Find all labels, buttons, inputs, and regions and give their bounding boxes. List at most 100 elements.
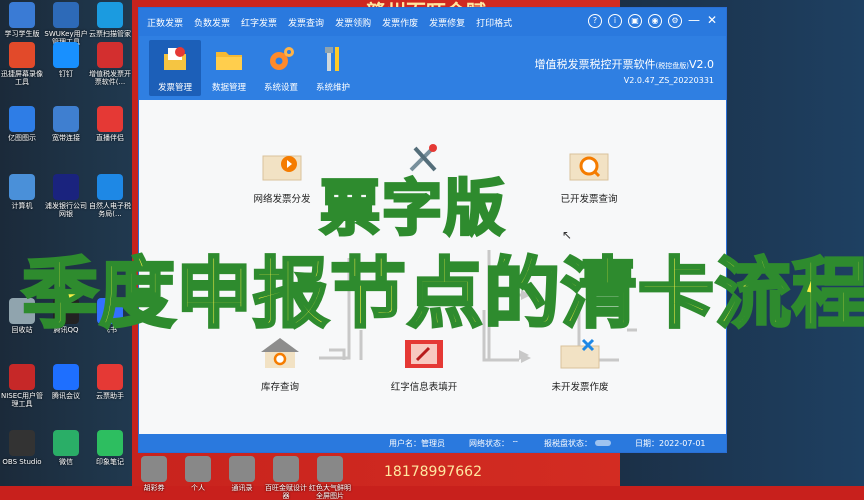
desktop-icon[interactable]: 浦发银行公司网银 (44, 174, 88, 218)
desktop-icon-label: 亿图图示 (8, 134, 36, 142)
menu-item[interactable]: 正数发票 (147, 16, 183, 29)
desktop-icon[interactable]: 胡彩券 (132, 456, 176, 492)
date-label: 日期： (635, 439, 659, 448)
desktop-icon-label: 印象笔记 (96, 458, 124, 466)
minimize-icon[interactable]: — (688, 14, 700, 26)
desktop-icon[interactable]: 百旺金赋设计器 (264, 456, 308, 500)
network-status: 网络状态： ⌔ (469, 438, 519, 449)
desktop-icon[interactable]: 微信 (44, 430, 88, 466)
menu-item[interactable]: 发票查询 (288, 16, 324, 29)
menu-item[interactable]: 发票修复 (429, 16, 465, 29)
app-icon (53, 42, 79, 68)
desktop-icon-label: NISEC用户管理工具 (0, 392, 44, 408)
desktop-icon[interactable]: 自然人电子税务局(... (88, 174, 132, 218)
toolbar-invoice-management[interactable]: 发票管理 (149, 40, 201, 96)
gear-icon (270, 47, 294, 70)
desktop-icon-label: 通讯录 (231, 484, 253, 492)
void-unissued-invoice[interactable]: 未开发票作废 (535, 336, 625, 393)
brand-title: 增值税发票税控开票软件 (534, 58, 656, 71)
app-icon (53, 2, 79, 28)
function-label: 未开发票作废 (551, 382, 609, 393)
app-icon (9, 106, 35, 132)
stock-query[interactable]: 库存查询 (235, 336, 325, 393)
desktop-icon[interactable]: OBS Studio (0, 430, 44, 466)
desktop-icon-label: 宽带连接 (52, 134, 80, 142)
invoice-query-icon (569, 153, 609, 181)
network-distribution-icon (262, 155, 302, 181)
menu-bar: 正数发票 负数发票 红字发票 发票查询 发票领购 发票作废 发票修复 打印格式 (147, 8, 523, 36)
app-icon (53, 430, 79, 456)
desktop-icon[interactable]: 腾讯会议 (44, 364, 88, 400)
info-icon[interactable]: i (608, 14, 622, 28)
desktop-icon[interactable]: 钉钉 (44, 42, 88, 78)
issued-invoice-query[interactable]: 已开发票查询 (544, 148, 634, 205)
disk-label: 报税盘状态： (544, 439, 592, 448)
desktop-icon[interactable]: 个人 (176, 456, 220, 492)
app-icon (9, 2, 35, 28)
desktop-icon-label: 红色大气鲜明全屏图片 (309, 484, 351, 500)
invoice-management-icon (164, 47, 186, 70)
toolbar-system-settings[interactable]: 系统设置 (255, 40, 307, 96)
menu-item[interactable]: 负数发票 (194, 16, 230, 29)
toolbar-label: 系统设置 (263, 83, 298, 93)
wifi-icon: ⌔ (511, 439, 520, 448)
menu-item[interactable]: 发票作废 (382, 16, 418, 29)
menu-item[interactable]: 红字发票 (241, 16, 277, 29)
desktop-icon-label: OBS Studio (2, 458, 42, 466)
disk-status: 报税盘状态： (544, 438, 611, 449)
app-icon (141, 456, 167, 482)
close-icon[interactable]: ✕ (706, 14, 718, 26)
network-invoice-distribution[interactable]: 网络发票分发 (237, 148, 327, 205)
status-bar: 用户名：管理员 网络状态： ⌔ 报税盘状态： 日期：2022-07-01 (139, 434, 726, 452)
desktop-icon[interactable]: NISEC用户管理工具 (0, 364, 44, 408)
red-letter-info-form[interactable]: 红字信息表填开 (379, 336, 469, 393)
desktop-icon-label: 浦发银行公司网银 (45, 202, 87, 218)
function-label: 库存查询 (260, 382, 299, 393)
app-icon (97, 364, 123, 390)
disk-icon (594, 440, 611, 446)
help-icon[interactable]: ? (588, 14, 602, 28)
desktop-icon[interactable]: 红色大气鲜明全屏图片 (308, 456, 352, 500)
app-icon (53, 364, 79, 390)
desktop-icon[interactable]: 云票助手 (88, 364, 132, 400)
desktop-icon-label: 自然人电子税务局(... (89, 202, 131, 218)
brand-version: V2.0 (688, 58, 714, 71)
desktop-icon[interactable]: 通讯录 (220, 456, 264, 492)
desktop-icon[interactable]: 云票扫描管家 (88, 2, 132, 38)
app-icon (273, 456, 299, 482)
desktop-icon-label: 增值税发票开票软件(... (89, 70, 131, 86)
lock-icon[interactable]: ▣ (628, 14, 642, 28)
toolbar-data-management[interactable]: 数据管理 (203, 40, 255, 96)
app-icon (53, 174, 79, 200)
toolbar-system-maintenance[interactable]: 系统维护 (307, 40, 359, 96)
desktop-icon-label: 迅捷屏幕录像工具 (1, 70, 43, 86)
folder-icon (216, 52, 242, 70)
desktop-icon[interactable]: 印象笔记 (88, 430, 132, 466)
toolbar-label: 系统维护 (315, 83, 350, 93)
desktop-icon[interactable]: 学习学生版 (0, 2, 44, 38)
user-icon[interactable]: ◉ (648, 14, 662, 28)
user-label: 用户名： (389, 439, 421, 448)
desktop-icon[interactable]: 迅捷屏幕录像工具 (0, 42, 44, 86)
settings-icon[interactable]: ⚙ (668, 14, 682, 28)
desktop-icon[interactable]: 宽带连接 (44, 106, 88, 142)
desktop-icon[interactable]: 增值税发票开票软件(... (88, 42, 132, 86)
desktop-icon-label: 百旺金赋设计器 (265, 484, 307, 500)
desktop-icon[interactable]: 亿图图示 (0, 106, 44, 142)
desktop-icon[interactable]: SWUKey用户管理工具 (44, 2, 88, 46)
app-icon (185, 456, 211, 482)
desktop-icon-label: 微信 (59, 458, 73, 466)
user-name: 管理员 (421, 439, 445, 448)
desktop-icon[interactable]: 直播伴侣 (88, 106, 132, 142)
toolbar-label: 数据管理 (211, 83, 246, 93)
app-icon (9, 430, 35, 456)
menu-item[interactable]: 打印格式 (476, 16, 512, 29)
app-icon (317, 456, 343, 482)
function-label: 网络发票分发 (253, 194, 311, 205)
overlay-title-line2: 季度申报节点的清卡流程 (21, 248, 864, 340)
phone-number: 18178997662 (384, 464, 482, 480)
menu-item[interactable]: 发票领购 (335, 16, 371, 29)
desktop-icon-label: 直播伴侣 (96, 134, 124, 142)
title-bar: 正数发票 负数发票 红字发票 发票查询 发票领购 发票作废 发票修复 打印格式 … (139, 8, 726, 36)
desktop-icon[interactable]: 计算机 (0, 174, 44, 210)
